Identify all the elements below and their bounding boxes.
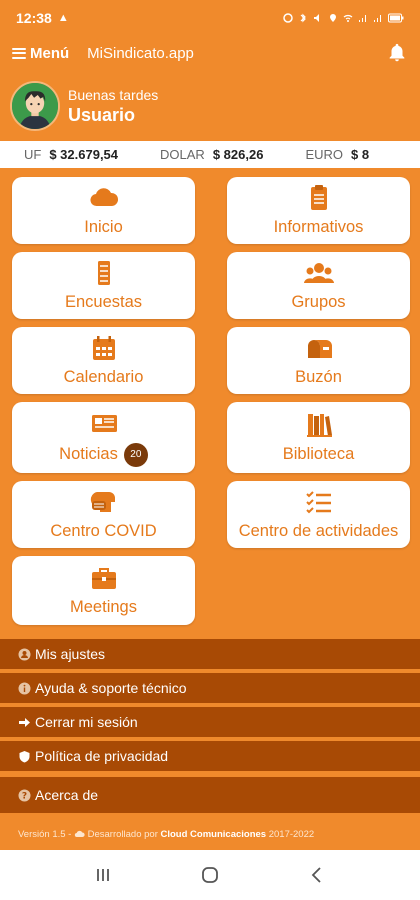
menu-label: Menú bbox=[30, 44, 70, 62]
menu-item-label: Política de privacidad bbox=[35, 748, 169, 764]
tile-inicio[interactable]: Inicio bbox=[12, 177, 195, 244]
location-icon bbox=[330, 14, 336, 22]
battery-icon bbox=[388, 13, 404, 23]
signal-2-icon bbox=[374, 15, 381, 22]
logout-icon bbox=[19, 717, 30, 727]
currency-ticker: UF $ 32.679,54 DOLAR $ 826,26 EURO $ 8 bbox=[0, 141, 420, 168]
footer: Versión 1.5 - Desarrollado por Cloud Com… bbox=[0, 823, 420, 845]
tile-label: Grupos bbox=[291, 293, 346, 311]
menu-item-mis-ajustes[interactable]: Mis ajustes bbox=[0, 639, 420, 669]
menu-item-label: Acerca de bbox=[35, 787, 99, 803]
recent-apps-icon[interactable] bbox=[92, 864, 114, 886]
covid-icon bbox=[90, 492, 115, 512]
tile-encuestas[interactable]: Encuestas bbox=[12, 252, 195, 319]
checklist-icon bbox=[305, 491, 331, 514]
footer-version: Versión 1.5 - bbox=[18, 828, 72, 840]
shield-icon bbox=[19, 750, 30, 762]
list-icon bbox=[97, 261, 110, 285]
greeting: Buenas tardes Usuario bbox=[68, 87, 158, 126]
notification-icon: ▲ bbox=[57, 12, 69, 24]
tile-label: Noticias bbox=[59, 445, 118, 463]
notification-badge: 20 bbox=[123, 442, 148, 467]
tile-biblioteca[interactable]: Biblioteca bbox=[227, 402, 410, 473]
info-icon bbox=[18, 682, 31, 694]
menu-item-acerca-de[interactable]: ? Acerca de bbox=[0, 777, 420, 813]
ticker-value: $ 32.679,54 bbox=[49, 147, 119, 162]
tile-calendario[interactable]: Calendario bbox=[12, 327, 195, 394]
svg-text:?: ? bbox=[22, 791, 27, 801]
ticker-value: $ 8 bbox=[351, 147, 370, 162]
avatar[interactable] bbox=[10, 81, 60, 131]
avatar-illustration bbox=[12, 83, 58, 129]
ticker-label: DOLAR bbox=[160, 147, 205, 162]
tile-label: Calendario bbox=[63, 368, 144, 386]
tile-label: Encuestas bbox=[64, 293, 143, 311]
tile-label: Buzón bbox=[295, 368, 342, 386]
greeting-text: Buenas tardes bbox=[68, 86, 159, 103]
bluetooth-icon bbox=[300, 13, 306, 23]
ticker-item-uf: UF $ 32.679,54 bbox=[24, 147, 118, 162]
menu-item-label: Cerrar mi sesión bbox=[35, 714, 138, 730]
status-time: 12:38 bbox=[16, 10, 52, 26]
menu-item-ayuda[interactable]: Ayuda & soporte técnico bbox=[0, 673, 420, 703]
wifi-icon bbox=[343, 14, 353, 22]
ticker-item-dolar: DOLAR $ 826,26 bbox=[160, 147, 263, 162]
menu-button[interactable]: Menú bbox=[12, 45, 69, 62]
status-bar: 12:38 ▲ bbox=[0, 0, 420, 36]
bell-icon[interactable] bbox=[386, 42, 408, 64]
profile-section: Buenas tardes Usuario bbox=[0, 76, 420, 136]
mailbox-icon bbox=[307, 340, 332, 358]
app-header: Menú MiSindicato.app bbox=[0, 36, 420, 70]
tile-label: Meetings bbox=[70, 598, 137, 616]
ticker-label: UF bbox=[24, 147, 42, 162]
status-icons bbox=[283, 13, 404, 23]
hamburger-icon bbox=[12, 47, 26, 59]
tile-label-row: Noticias 20 bbox=[59, 442, 148, 467]
menu-item-label: Ayuda & soporte técnico bbox=[35, 680, 187, 696]
menu-item-politica-privacidad[interactable]: Política de privacidad bbox=[0, 741, 420, 771]
ticker-label: EURO bbox=[305, 147, 343, 162]
tile-label: Centro de actividades bbox=[238, 522, 399, 540]
calendar-icon bbox=[92, 336, 115, 360]
tile-grupos[interactable]: Grupos bbox=[227, 252, 410, 319]
footer-developed-by: Desarrollado por bbox=[87, 828, 158, 840]
help-icon: ? bbox=[18, 789, 31, 801]
cloud-icon bbox=[89, 188, 118, 207]
tile-centro-actividades[interactable]: Centro de actividades bbox=[227, 481, 410, 548]
group-icon bbox=[303, 263, 334, 283]
briefcase-icon bbox=[91, 568, 116, 589]
tile-informativos[interactable]: Informativos bbox=[227, 177, 410, 244]
android-nav-bar bbox=[0, 850, 420, 900]
cloud-small-icon bbox=[74, 830, 85, 838]
ticker-item-euro: EURO $ 8 bbox=[305, 147, 369, 162]
newspaper-icon bbox=[91, 414, 117, 432]
home-icon[interactable] bbox=[199, 864, 221, 886]
signal-icon bbox=[359, 15, 366, 22]
tile-buzon[interactable]: Buzón bbox=[227, 327, 410, 394]
tile-noticias[interactable]: Noticias 20 bbox=[12, 402, 195, 473]
menu-item-label: Mis ajustes bbox=[35, 646, 106, 662]
books-icon bbox=[306, 414, 332, 437]
back-icon[interactable] bbox=[306, 864, 328, 886]
alarm-icon bbox=[283, 13, 293, 23]
tile-label: Inicio bbox=[84, 218, 123, 236]
username: Usuario bbox=[68, 104, 136, 125]
clipboard-icon bbox=[310, 185, 327, 210]
app-name: MiSindicato.app bbox=[87, 44, 194, 62]
tile-label: Informativos bbox=[273, 218, 364, 236]
ticker-value: $ 826,26 bbox=[212, 147, 264, 162]
menu-item-cerrar-sesion[interactable]: Cerrar mi sesión bbox=[0, 707, 420, 737]
mute-icon bbox=[314, 14, 319, 22]
tile-meetings[interactable]: Meetings bbox=[12, 556, 195, 625]
footer-company: Cloud Comunicaciones bbox=[160, 828, 267, 840]
footer-years: 2017-2022 bbox=[268, 828, 315, 840]
tile-label: Centro COVID bbox=[50, 522, 157, 540]
tile-centro-covid[interactable]: Centro COVID bbox=[12, 481, 195, 548]
tile-label: Biblioteca bbox=[282, 445, 355, 463]
user-settings-icon bbox=[18, 648, 31, 660]
